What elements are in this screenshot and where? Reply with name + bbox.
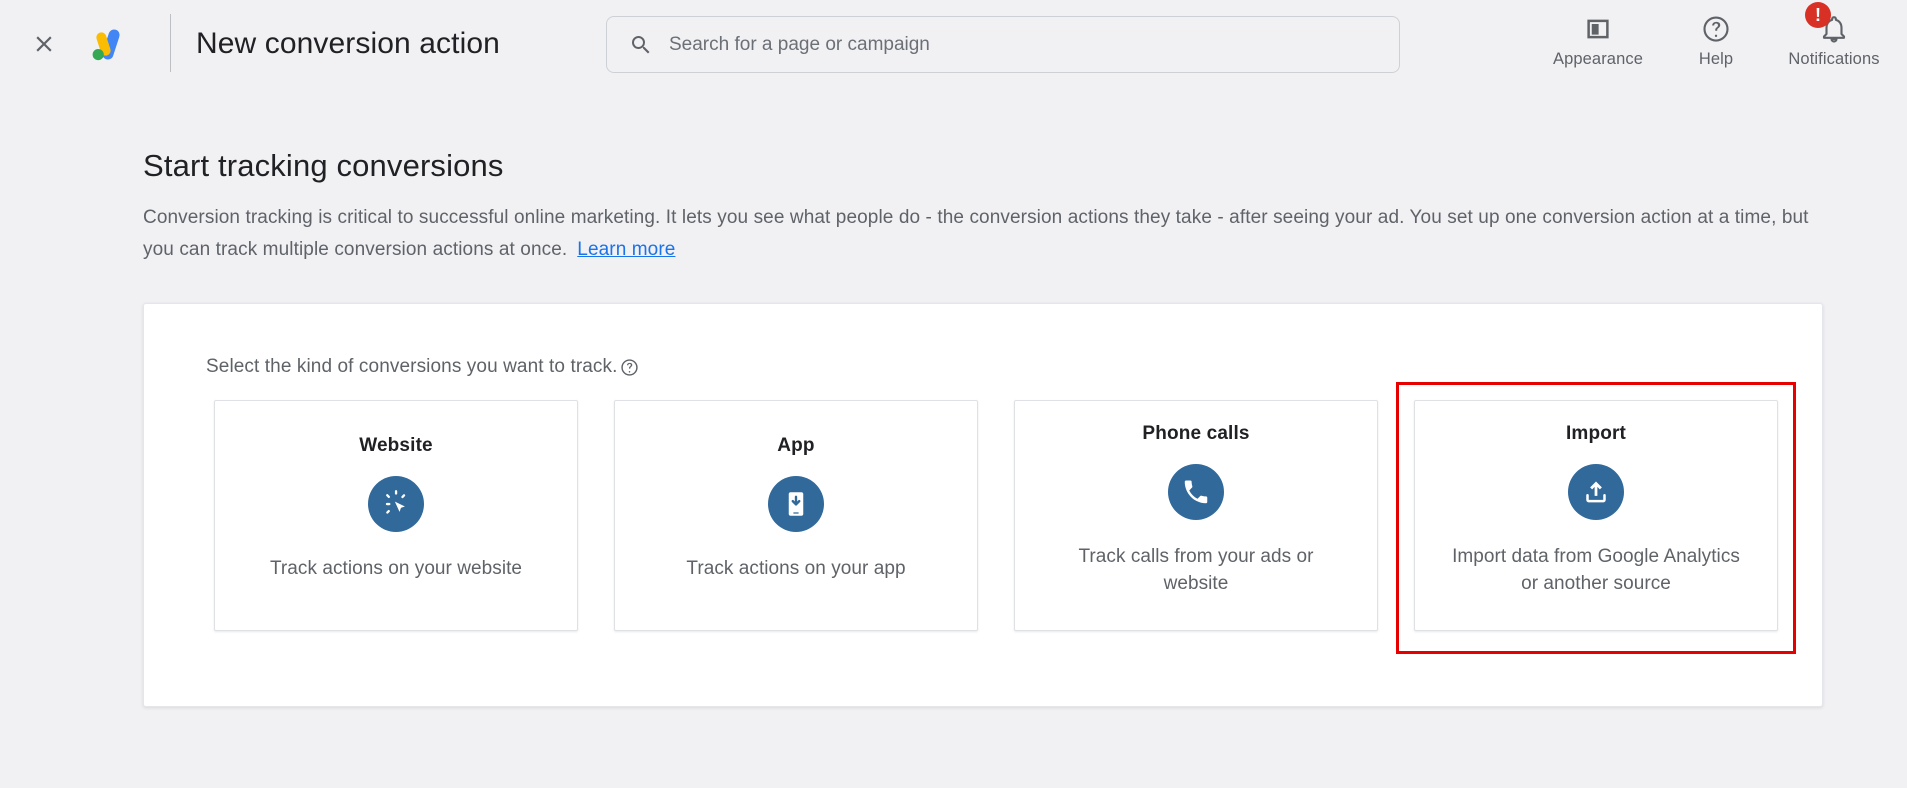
help-button[interactable]: Help [1657,4,1775,69]
conversion-card-app[interactable]: App Track actions on your app [614,400,978,631]
upload-icon [1568,464,1624,520]
conversion-card-website[interactable]: Website Track actions on your website [214,400,578,631]
section-title: Start tracking conversions [143,148,504,183]
google-ads-logo [82,20,130,68]
header-divider [170,14,171,72]
card-description-phone-calls: Track calls from your ads or website [1078,546,1314,594]
close-button[interactable] [22,22,66,66]
card-title-phone-calls: Phone calls [1142,423,1250,444]
page-title: New conversion action [196,27,500,60]
section-description-text: Conversion tracking is critical to succe… [143,207,1809,260]
card-slot-phone-calls: Phone calls Track calls from your ads or… [996,400,1396,631]
conversion-card-import[interactable]: Import Import data from Google Analytics… [1414,400,1778,631]
card-description-website: Track actions on your website [269,558,523,579]
bell-icon: ! [1805,2,1849,48]
phone-icon [1168,464,1224,520]
help-circle-icon[interactable] [620,358,639,377]
card-slot-import: Import Import data from Google Analytics… [1396,382,1796,654]
section-description: Conversion tracking is critical to succe… [143,202,1823,266]
help-circle-icon [1701,10,1731,48]
panel-label: Select the kind of conversions you want … [206,356,639,378]
cursor-click-icon [368,476,424,532]
appearance-button[interactable]: Appearance [1539,4,1657,69]
notifications-label: Notifications [1788,50,1880,68]
card-title-import: Import [1565,423,1626,444]
card-description-import: Import data from Google Analytics or ano… [1452,546,1740,594]
search-icon [629,33,653,57]
appearance-layout-icon [1583,10,1613,48]
help-label: Help [1698,50,1734,68]
app-header: New conversion action Appearance [0,0,1907,86]
conversion-kind-cards: Website Track actions on your website Ap… [196,382,1796,654]
card-slot-app: App Track actions on your app [596,400,996,631]
notification-badge-label: ! [1815,5,1821,25]
notifications-button[interactable]: ! Notifications [1775,2,1893,69]
card-description-app: Track actions on your app [686,558,906,579]
notification-badge: ! [1805,2,1831,28]
search-bar[interactable] [606,16,1400,73]
header-actions: Appearance Help ! Notifications [1539,2,1893,69]
conversion-kind-panel: Select the kind of conversions you want … [143,303,1823,707]
learn-more-link[interactable]: Learn more [577,239,675,260]
card-title-website: Website [359,435,433,456]
appearance-label: Appearance [1553,50,1643,68]
conversion-card-phone-calls[interactable]: Phone calls Track calls from your ads or… [1014,400,1378,631]
card-slot-website: Website Track actions on your website [196,400,596,631]
card-title-app: App [777,435,815,456]
close-icon [31,31,57,57]
search-input[interactable] [669,29,1359,60]
mobile-download-icon [768,476,824,532]
main-content: Start tracking conversions Conversion tr… [0,86,1907,788]
panel-label-text: Select the kind of conversions you want … [206,356,618,377]
